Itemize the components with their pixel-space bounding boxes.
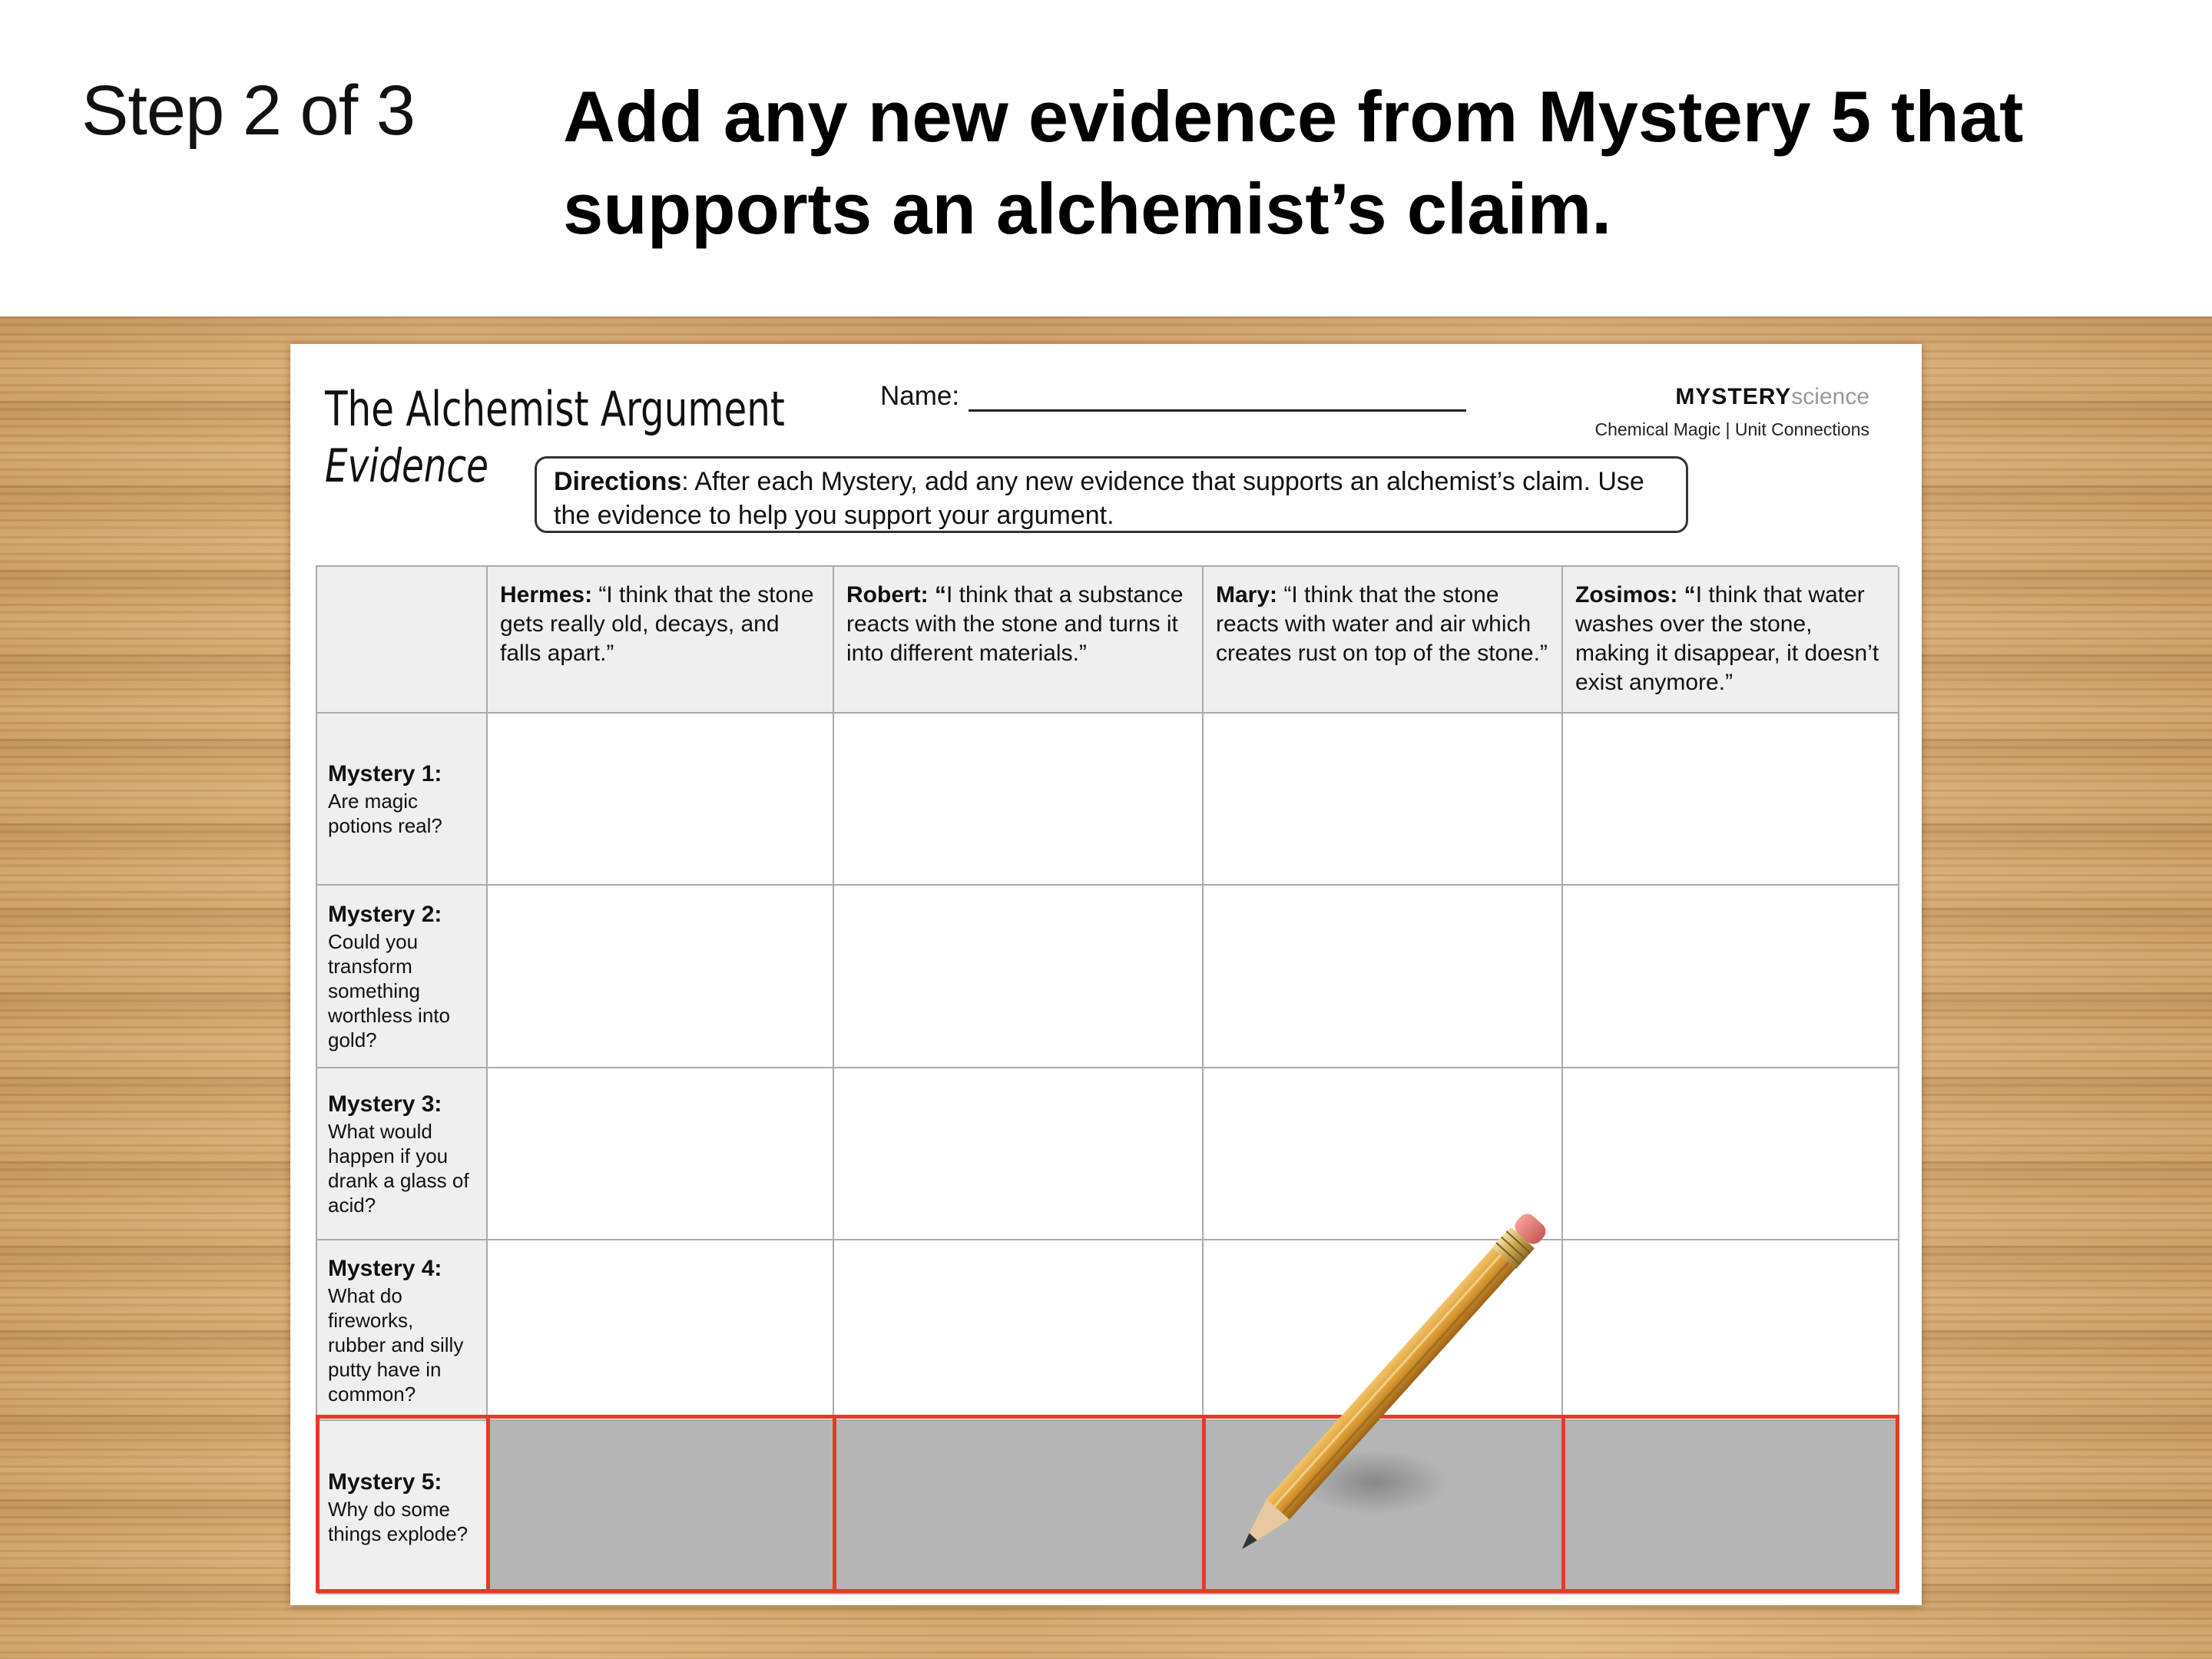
directions-text: : After each Mystery, add any new eviden… bbox=[554, 467, 1644, 530]
evidence-cell[interactable] bbox=[1563, 1240, 1899, 1421]
evidence-cell[interactable] bbox=[488, 714, 834, 886]
row-title: Mystery 4: bbox=[328, 1255, 442, 1281]
highlight-divider bbox=[1561, 1415, 1565, 1593]
step-indicator: Step 2 of 3 bbox=[81, 71, 416, 150]
row-title: Mystery 5: bbox=[328, 1469, 442, 1495]
evidence-cell[interactable] bbox=[1204, 1240, 1563, 1421]
evidence-cell[interactable] bbox=[488, 1240, 834, 1421]
evidence-cell-highlighted[interactable] bbox=[1563, 1421, 1899, 1594]
evidence-cell[interactable] bbox=[1563, 1068, 1899, 1240]
row-title: Mystery 2: bbox=[328, 902, 442, 927]
highlight-divider bbox=[486, 1415, 490, 1593]
row-label-mystery-5: Mystery 5: Why do some things explode? bbox=[317, 1421, 488, 1594]
evidence-cell[interactable] bbox=[834, 714, 1204, 886]
evidence-cell-highlighted[interactable] bbox=[488, 1421, 834, 1594]
row-question: Why do some things explode? bbox=[328, 1498, 469, 1545]
evidence-cell[interactable] bbox=[834, 1068, 1204, 1240]
column-name: Zosimos: “ bbox=[1575, 582, 1696, 608]
row-label-mystery-3: Mystery 3: What would happen if you dran… bbox=[317, 1068, 488, 1240]
brand-name-bold: MYSTERY bbox=[1675, 384, 1792, 409]
evidence-cell[interactable] bbox=[834, 886, 1204, 1068]
worksheet-subtitle: Evidence bbox=[325, 439, 488, 493]
row-question: What would happen if you drank a glass o… bbox=[328, 1120, 469, 1217]
evidence-cell[interactable] bbox=[1563, 714, 1899, 886]
name-label: Name: bbox=[880, 381, 960, 411]
row-label-mystery-2: Mystery 2: Could you transform something… bbox=[317, 886, 488, 1068]
row-label-mystery-4: Mystery 4: What do fireworks, rubber and… bbox=[317, 1240, 488, 1421]
evidence-cell[interactable] bbox=[1204, 886, 1563, 1068]
instruction-line-1: Add any new evidence from Mystery 5 that bbox=[563, 76, 2024, 157]
column-name: Mary: bbox=[1216, 582, 1278, 608]
slide-instruction: Add any new evidence from Mystery 5 that… bbox=[563, 71, 2137, 255]
worksheet-title: The Alchemist Argument bbox=[325, 381, 785, 437]
evidence-cell[interactable] bbox=[488, 1068, 834, 1240]
evidence-cell[interactable] bbox=[1204, 714, 1563, 886]
evidence-cell-highlighted[interactable] bbox=[1204, 1421, 1563, 1594]
evidence-cell[interactable] bbox=[1204, 1068, 1563, 1240]
directions-box: Directions: After each Mystery, add any … bbox=[535, 456, 1688, 533]
highlight-divider bbox=[1202, 1415, 1206, 1593]
evidence-table: Hermes: “I think that the stone gets rea… bbox=[316, 565, 1899, 1594]
column-name: Robert: “ bbox=[846, 582, 946, 608]
row-label-mystery-1: Mystery 1: Are magic potions real? bbox=[317, 714, 488, 886]
highlight-divider bbox=[833, 1415, 836, 1593]
name-line bbox=[969, 382, 1467, 412]
brand-name-light: science bbox=[1791, 384, 1869, 409]
corner-header-cell bbox=[317, 567, 488, 714]
brand-name: MYSTERYscience bbox=[1594, 384, 1869, 410]
column-header-hermes: Hermes: “I think that the stone gets rea… bbox=[488, 567, 834, 714]
worksheet: The Alchemist Argument Evidence Name: MY… bbox=[290, 344, 1922, 1605]
instruction-line-2: supports an alchemist’s claim. bbox=[563, 168, 1612, 249]
row-title: Mystery 1: bbox=[328, 761, 442, 786]
name-field: Name: bbox=[880, 381, 1467, 412]
evidence-cell[interactable] bbox=[1563, 886, 1899, 1068]
evidence-cell-highlighted[interactable] bbox=[834, 1421, 1204, 1594]
evidence-cell[interactable] bbox=[834, 1240, 1204, 1421]
row-question: What do fireworks, rubber and silly putt… bbox=[328, 1283, 464, 1406]
row-question: Could you transform something worthless … bbox=[328, 930, 450, 1051]
row-title: Mystery 3: bbox=[328, 1091, 442, 1117]
brand-logo: MYSTERYscience Chemical Magic | Unit Con… bbox=[1594, 384, 1869, 440]
column-header-robert: Robert: “I think that a substance reacts… bbox=[834, 567, 1204, 714]
column-header-zosimos: Zosimos: “I think that water washes over… bbox=[1563, 567, 1899, 714]
unit-label: Chemical Magic | Unit Connections bbox=[1594, 419, 1869, 439]
column-header-mary: Mary: “I think that the stone reacts wit… bbox=[1204, 567, 1563, 714]
row-question: Are magic potions real? bbox=[328, 790, 442, 837]
directions-label: Directions bbox=[554, 467, 682, 496]
evidence-cell[interactable] bbox=[488, 886, 834, 1068]
column-name: Hermes: bbox=[500, 582, 593, 608]
